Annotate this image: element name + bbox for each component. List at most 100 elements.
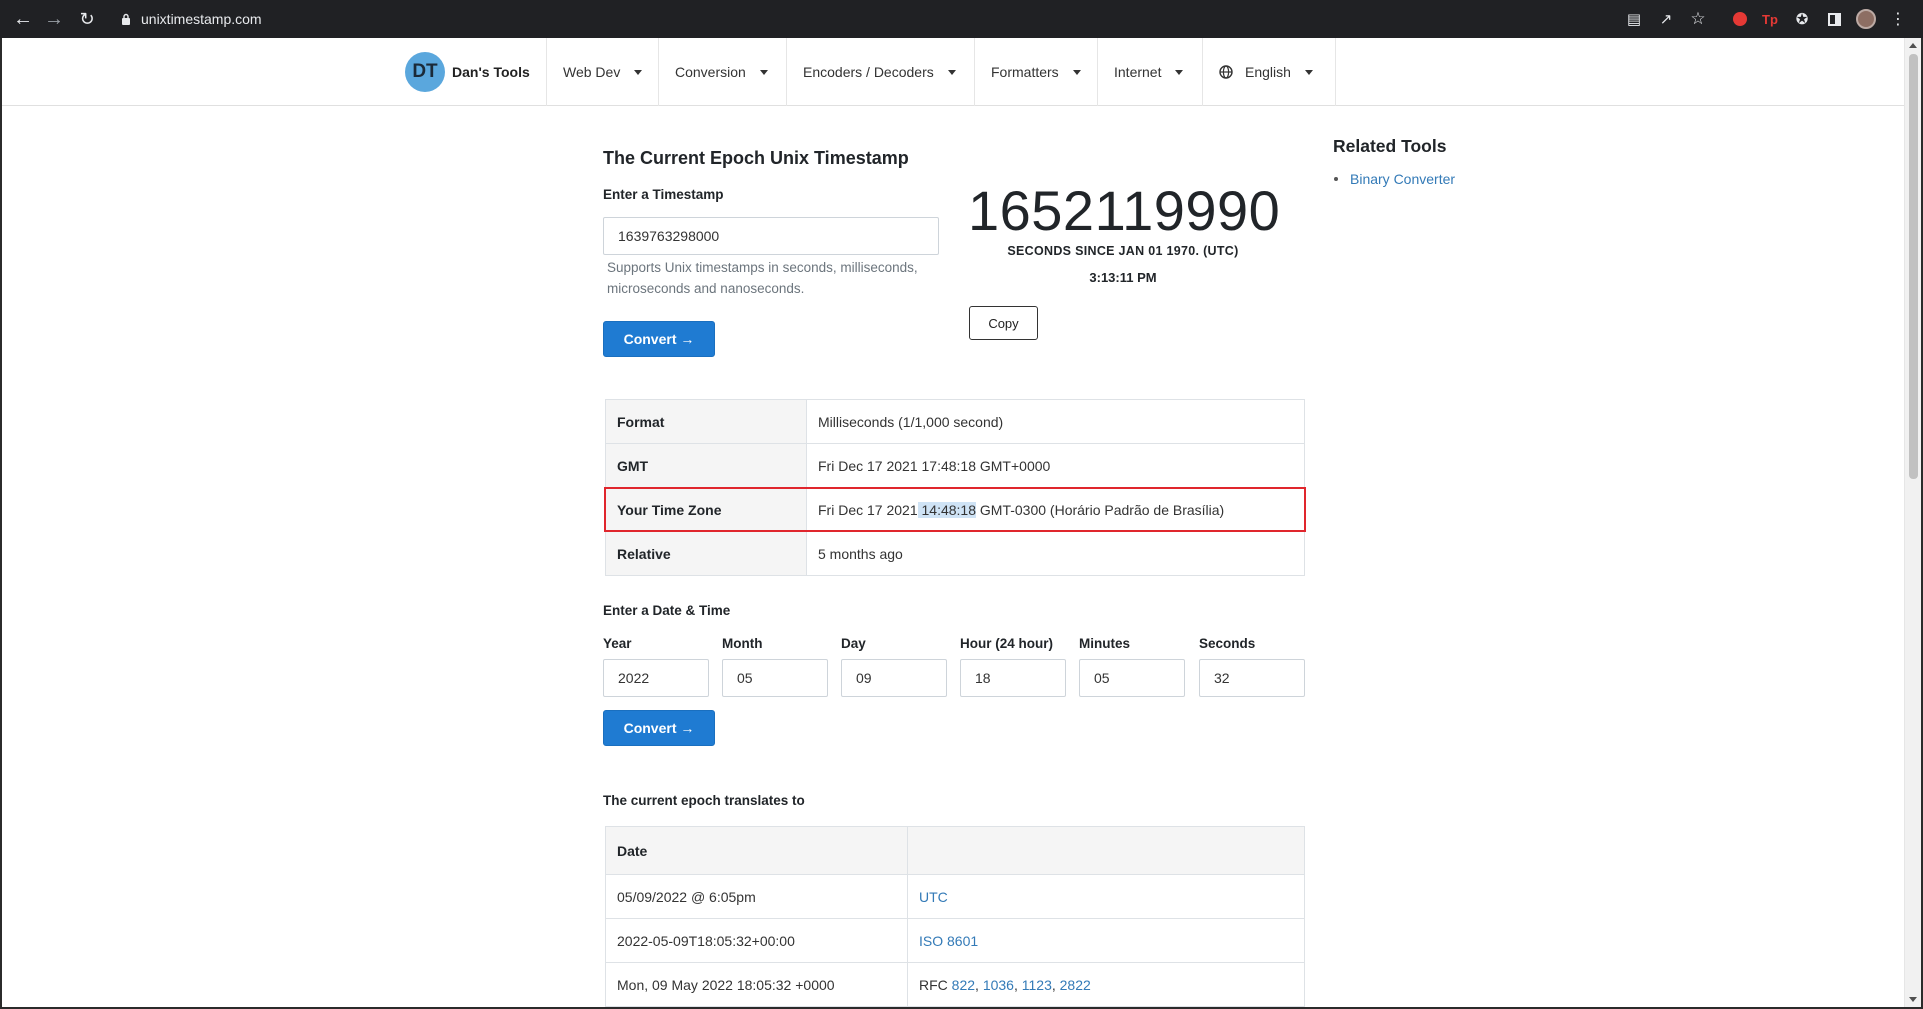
seconds-label: Seconds <box>1199 636 1256 651</box>
bookmark-star-icon[interactable]: ☆ <box>1688 9 1708 29</box>
scroll-thumb[interactable] <box>1909 54 1918 479</box>
table-row: GMT Fri Dec 17 2021 17:48:18 GMT+0000 <box>605 443 1305 488</box>
caret-down-icon <box>759 69 768 75</box>
tz-time-selected: 14:48:18 <box>917 501 976 518</box>
nav-label: Web Dev <box>563 64 621 80</box>
month-label: Month <box>722 636 763 651</box>
nav-formatters[interactable]: Formatters <box>974 38 1097 106</box>
epoch-formats-table: Date 05/09/2022 @ 6:05pm UTC 2022-05-09T1… <box>605 826 1305 1007</box>
rfc-prefix: RFC <box>919 976 952 993</box>
table-row: Mon, 09 May 2022 18:05:32 +0000 RFC 822, … <box>605 962 1305 1007</box>
table-row: Your Time Zone Fri Dec 17 2021 14:48:18 G… <box>605 487 1305 532</box>
nav-label: Formatters <box>991 64 1059 80</box>
datetime-heading: Enter a Date & Time <box>603 603 731 618</box>
rfc-822-link[interactable]: 822 <box>952 977 975 993</box>
date-cell: Mon, 09 May 2022 18:05:32 +0000 <box>605 962 908 1007</box>
scroll-up-icon[interactable] <box>1909 43 1917 48</box>
timestamp-help: Supports Unix timestamps in seconds, mil… <box>607 260 918 296</box>
rfc-1123-link[interactable]: 1123 <box>1022 977 1052 993</box>
nav-label: Internet <box>1114 64 1162 80</box>
extension-tp-icon[interactable]: Tp <box>1760 9 1780 29</box>
year-input[interactable]: 2022 <box>603 659 709 697</box>
tz-offset: GMT-0300 (Horário Padrão de Brasília) <box>976 501 1225 518</box>
row-value: 5 months ago <box>806 531 1305 576</box>
caret-down-icon <box>1304 69 1313 75</box>
convert-datetime-button[interactable]: Convert → <box>603 710 715 746</box>
translates-heading: The current epoch translates to <box>603 793 805 808</box>
year-label: Year <box>603 636 632 651</box>
conversion-result-table: Format Milliseconds (1/1,000 second) GMT F… <box>605 399 1305 576</box>
timestamp-label: Enter a Timestamp <box>603 187 724 202</box>
month-input[interactable]: 05 <box>722 659 828 697</box>
caret-down-icon <box>947 69 956 75</box>
puzzle-icon[interactable]: ✪ <box>1792 9 1812 29</box>
convert-timestamp-button[interactable]: Convert → <box>603 321 715 357</box>
translate-icon[interactable]: ▤ <box>1624 9 1644 29</box>
page-title: The Current Epoch Unix Timestamp <box>603 148 909 168</box>
browser-toolbar: ← → ↻ unixtimestamp.com ▤ ↗ ☆ Tp ✪ ⋮ <box>0 0 1923 38</box>
page-viewport: DT Dan's Tools Web Dev Conversion Encode… <box>2 38 1921 1007</box>
nav-label: Conversion <box>675 64 746 80</box>
menu-kebab-icon[interactable]: ⋮ <box>1888 9 1908 29</box>
related-tools-title: Related Tools <box>1333 136 1447 156</box>
epoch-counter: 1652119990 <box>968 179 1281 242</box>
timestamp-input[interactable]: 1639763298000 <box>603 217 939 255</box>
share-icon[interactable]: ↗ <box>1656 9 1676 29</box>
row-value: Fri Dec 17 2021 17:48:18 GMT+0000 <box>806 443 1305 488</box>
url-text: unixtimestamp.com <box>141 11 262 27</box>
copy-button[interactable]: Copy <box>969 306 1038 340</box>
nav-label: Encoders / Decoders <box>803 64 934 80</box>
row-key: GMT <box>605 443 807 488</box>
globe-icon <box>1219 65 1233 79</box>
rfc-2822-link[interactable]: 2822 <box>1060 977 1091 993</box>
brand-link[interactable]: DT Dan's Tools <box>405 52 530 92</box>
row-key: Your Time Zone <box>605 487 807 532</box>
avatar[interactable] <box>1856 9 1876 29</box>
nav-web-dev[interactable]: Web Dev <box>546 38 658 106</box>
sidepanel-icon[interactable] <box>1824 9 1844 29</box>
row-key: Relative <box>605 531 807 576</box>
row-value: Milliseconds (1/1,000 second) <box>806 399 1305 444</box>
brand-name: Dan's Tools <box>452 64 530 80</box>
day-input[interactable]: 09 <box>841 659 947 697</box>
site-navbar: DT Dan's Tools Web Dev Conversion Encode… <box>2 38 1904 106</box>
scroll-down-icon[interactable] <box>1909 997 1917 1002</box>
column-header-format <box>907 826 1305 875</box>
caret-down-icon <box>634 69 643 75</box>
table-row: Format Milliseconds (1/1,000 second) <box>605 399 1305 444</box>
forward-icon[interactable]: → <box>43 8 65 30</box>
nav-label: English <box>1245 64 1291 80</box>
format-cell: UTC <box>907 874 1305 919</box>
format-cell: ISO 8601 <box>907 918 1305 963</box>
logo: DT <box>405 52 445 92</box>
caret-down-icon <box>1175 69 1184 75</box>
page-scrollbar[interactable] <box>1904 38 1921 1007</box>
bullet <box>1334 177 1338 181</box>
row-key: Format <box>605 399 807 444</box>
rfc-1036-link[interactable]: 1036 <box>983 977 1014 993</box>
utc-link[interactable]: UTC <box>919 889 948 905</box>
format-cell: RFC 822, 1036, 1123, 2822 <box>907 962 1305 1007</box>
nav-encoders-decoders[interactable]: Encoders / Decoders <box>786 38 974 106</box>
nav-language[interactable]: English <box>1202 38 1336 106</box>
lock-icon <box>122 13 130 25</box>
hour-label: Hour (24 hour) <box>960 636 1053 651</box>
reload-icon[interactable]: ↻ <box>76 8 98 30</box>
address-bar[interactable]: unixtimestamp.com <box>110 6 1615 32</box>
table-header-row: Date <box>605 826 1305 875</box>
seconds-input[interactable]: 32 <box>1199 659 1305 697</box>
table-row: 2022-05-09T18:05:32+00:00 ISO 8601 <box>605 918 1305 963</box>
extension-red-icon[interactable] <box>1730 9 1750 29</box>
minutes-input[interactable]: 05 <box>1079 659 1185 697</box>
iso-8601-link[interactable]: ISO 8601 <box>919 933 978 949</box>
minutes-label: Minutes <box>1079 636 1131 651</box>
back-icon[interactable]: ← <box>12 8 34 30</box>
binary-converter-link[interactable]: Binary Converter <box>1350 171 1455 187</box>
epoch-caption: SECONDS SINCE JAN 01 1970. (UTC) <box>1007 244 1239 258</box>
current-time: 3:13:11 PM <box>1089 270 1157 285</box>
column-header-date: Date <box>605 826 908 875</box>
nav-internet[interactable]: Internet <box>1097 38 1202 106</box>
table-row: Relative 5 months ago <box>605 531 1305 576</box>
hour-input[interactable]: 18 <box>960 659 1066 697</box>
nav-conversion[interactable]: Conversion <box>658 38 786 106</box>
